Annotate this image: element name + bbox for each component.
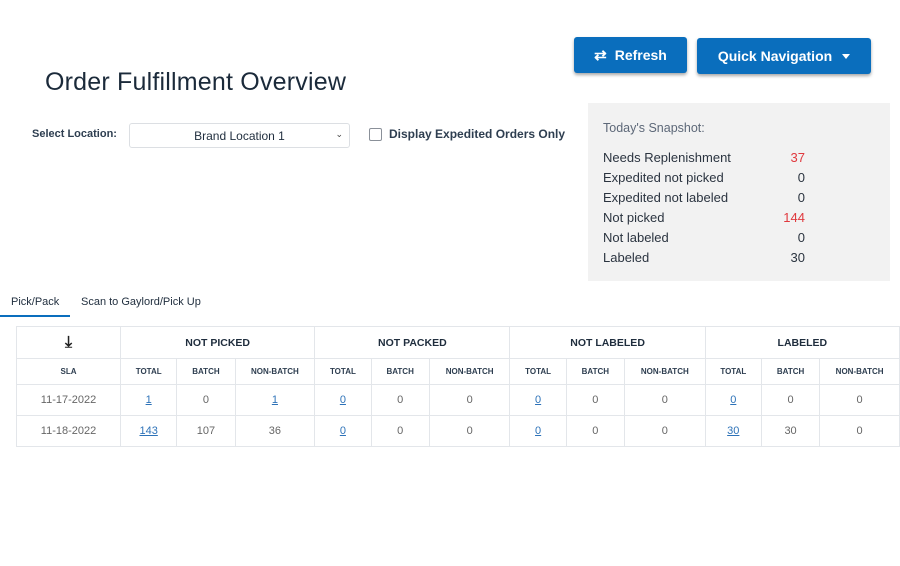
quick-navigation-button[interactable]: Quick Navigation [697,38,871,74]
refresh-label: Refresh [614,47,667,63]
count-cell: 0 [428,384,511,416]
snapshot-row-value: 144 [783,210,805,225]
snapshot-row-label: Needs Replenishment [603,150,731,165]
count-link[interactable]: 143 [139,425,157,437]
snapshot-row-label: Expedited not labeled [603,190,729,205]
count-cell: 0 [509,415,567,447]
table-row: 11-18-2022 143 107 36 0 0 0 0 0 0 30 30 0 [15,415,900,447]
count-link[interactable]: 30 [727,425,739,437]
count-cell: 0 [428,415,511,447]
location-select[interactable]: Brand Location 1 ⌄ [129,123,350,148]
count-cell: 0 [760,384,821,416]
count-link[interactable]: 0 [340,425,346,437]
snapshot-row-label: Not labeled [603,230,669,245]
count-link[interactable]: 0 [730,394,736,406]
sub-header: BATCH [760,358,821,385]
count-cell: 0 [819,384,900,416]
group-header: NOT PICKED [120,326,316,359]
count-cell: 0 [509,384,567,416]
snapshot-row-label: Expedited not picked [603,170,724,185]
count-cell: 143 [120,415,178,447]
sub-header: BATCH [176,358,236,385]
snapshot-row-value: 0 [797,190,805,205]
count-cell: 0 [314,415,372,447]
count-link[interactable]: 1 [272,394,278,406]
active-tab-indicator [0,315,70,317]
snapshot-row: Needs Replenishment 37 [603,150,805,165]
snapshot-title: Today's Snapshot: [603,121,705,135]
count-cell: 30 [760,415,821,447]
tab-pick-pack[interactable]: Pick/Pack [11,296,59,308]
group-header: NOT PACKED [314,326,511,359]
expedited-filter[interactable]: Display Expedited Orders Only [369,127,565,141]
quick-navigation-label: Quick Navigation [717,48,833,64]
sub-header: NON-BATCH [428,358,511,385]
fulfillment-table: ⤓ NOT PICKED NOT PACKED NOT LABELED LABELED… [15,326,900,447]
count-cell: 0 [370,384,430,416]
sub-header: NON-BATCH [234,358,316,385]
count-link[interactable]: 1 [146,394,152,406]
snapshot-row-value: 30 [790,250,805,265]
count-cell: 0 [565,415,625,447]
snapshot-row-value: 0 [797,170,805,185]
sub-header: NON-BATCH [623,358,706,385]
sub-header: TOTAL [509,358,567,385]
snapshot-row: Expedited not picked 0 [603,170,805,185]
download-icon[interactable]: ⤓ [65,334,72,351]
location-label: Select Location: [32,128,117,140]
sub-header: TOTAL [314,358,372,385]
table-row: 11-17-2022 1 0 1 0 0 0 0 0 0 0 0 0 [15,384,900,416]
count-link[interactable]: 0 [340,394,346,406]
count-link[interactable]: 0 [535,425,541,437]
snapshot-row: Labeled 30 [603,250,805,265]
snapshot-row-value: 37 [790,150,805,165]
count-cell: 36 [234,415,316,447]
snapshot-row: Expedited not labeled 0 [603,190,805,205]
sub-header: TOTAL [120,358,178,385]
group-header: LABELED [704,326,900,359]
count-cell: 1 [234,384,316,416]
download-cell[interactable]: ⤓ [15,326,122,359]
count-cell: 0 [314,384,372,416]
todays-snapshot-panel: Today's Snapshot: Needs Replenishment 37 E… [588,103,890,281]
snapshot-row-label: Labeled [603,250,650,265]
count-cell: 0 [565,384,625,416]
location-select-value: Brand Location 1 [194,128,285,143]
refresh-icon: ⇄ [594,47,607,64]
count-cell: 107 [176,415,236,447]
snapshot-row: Not picked 144 [603,210,805,225]
sla-date: 11-17-2022 [15,384,122,416]
sub-header: TOTAL [704,358,762,385]
page-title: Order Fulfillment Overview [45,68,347,96]
count-cell: 0 [623,384,706,416]
snapshot-row-value: 0 [797,230,805,245]
count-cell: 0 [704,384,762,416]
tab-scan-to-gaylord[interactable]: Scan to Gaylord/Pick Up [81,296,201,308]
count-cell: 30 [704,415,762,447]
count-cell: 0 [623,415,706,447]
sub-header: BATCH [565,358,625,385]
sla-header: SLA [15,358,122,385]
sub-header: NON-BATCH [819,358,900,385]
caret-down-icon [842,53,851,59]
count-cell: 0 [370,415,430,447]
expedited-checkbox[interactable] [369,127,382,141]
expedited-label: Display Expedited Orders Only [389,127,566,141]
snapshot-row-label: Not picked [603,210,665,225]
count-cell: 0 [176,384,236,416]
count-link[interactable]: 0 [535,394,541,406]
sub-header: BATCH [370,358,430,385]
chevron-down-icon: ⌄ [335,129,343,139]
sla-date: 11-18-2022 [15,415,122,447]
group-header: NOT LABELED [509,326,706,359]
refresh-button[interactable]: ⇄ Refresh [574,37,687,73]
count-cell: 0 [819,415,900,447]
snapshot-row: Not labeled 0 [603,230,805,245]
count-cell: 1 [120,384,178,416]
